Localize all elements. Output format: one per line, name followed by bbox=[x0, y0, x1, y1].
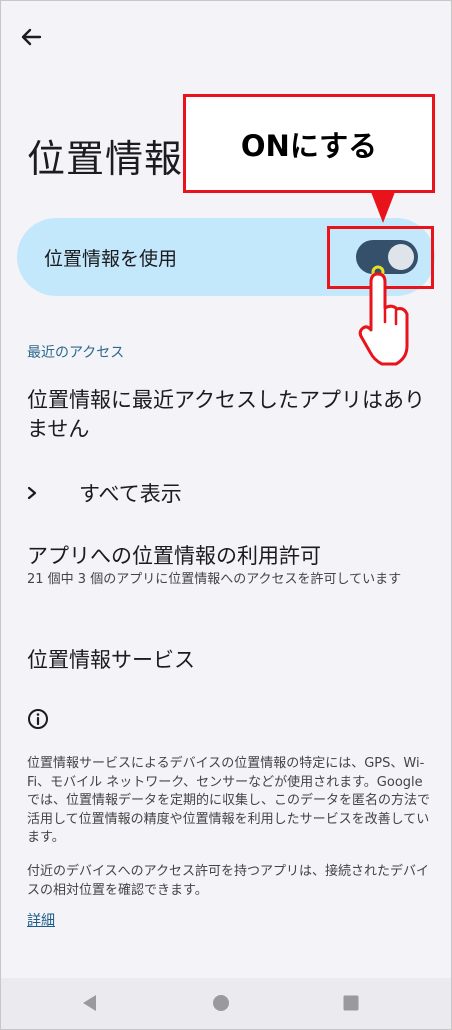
see-all-label: すべて表示 bbox=[79, 482, 182, 506]
nearby-devices-note: 付近のデバイスへのアクセス許可を持つアプリは、接続されたデバイスの相対位置を確認… bbox=[27, 864, 429, 898]
annotation-callout: ONにする bbox=[183, 94, 435, 193]
nav-back-button[interactable] bbox=[79, 992, 101, 1014]
back-button[interactable] bbox=[14, 22, 48, 52]
info-icon bbox=[28, 709, 48, 729]
nav-recents-icon bbox=[343, 995, 359, 1011]
pointing-hand-icon bbox=[358, 265, 409, 366]
see-all-button[interactable]: すべて表示 bbox=[25, 476, 435, 510]
nav-back-icon bbox=[83, 995, 96, 1011]
nav-home-button[interactable] bbox=[210, 992, 232, 1014]
page-title: 位置情報 bbox=[27, 137, 184, 181]
back-arrow-icon bbox=[21, 28, 42, 46]
app-location-permissions-title[interactable]: アプリへの位置情報の利用許可 bbox=[27, 540, 321, 570]
chevron-right-icon bbox=[25, 485, 53, 501]
use-location-label: 位置情報を使用 bbox=[44, 248, 178, 270]
nav-recents-button[interactable] bbox=[340, 992, 362, 1014]
system-navigation-bar bbox=[1, 978, 451, 1029]
callout-arrow-icon bbox=[371, 192, 395, 223]
nav-home-icon bbox=[213, 995, 229, 1011]
recent-access-header: 最近のアクセス bbox=[27, 345, 125, 361]
learn-more-link[interactable]: 詳細 bbox=[27, 910, 55, 930]
location-info-description: 位置情報サービスによるデバイスの位置情報の特定には、GPS、Wi-Fi、モバイル… bbox=[27, 756, 431, 845]
app-location-permissions-summary: 21 個中 3 個のアプリに位置情報へのアクセスを許可しています bbox=[27, 572, 402, 587]
no-recent-access-text: 位置情報に最近アクセスしたアプリはありません bbox=[27, 388, 425, 441]
location-services-item[interactable]: 位置情報サービス bbox=[27, 644, 195, 674]
